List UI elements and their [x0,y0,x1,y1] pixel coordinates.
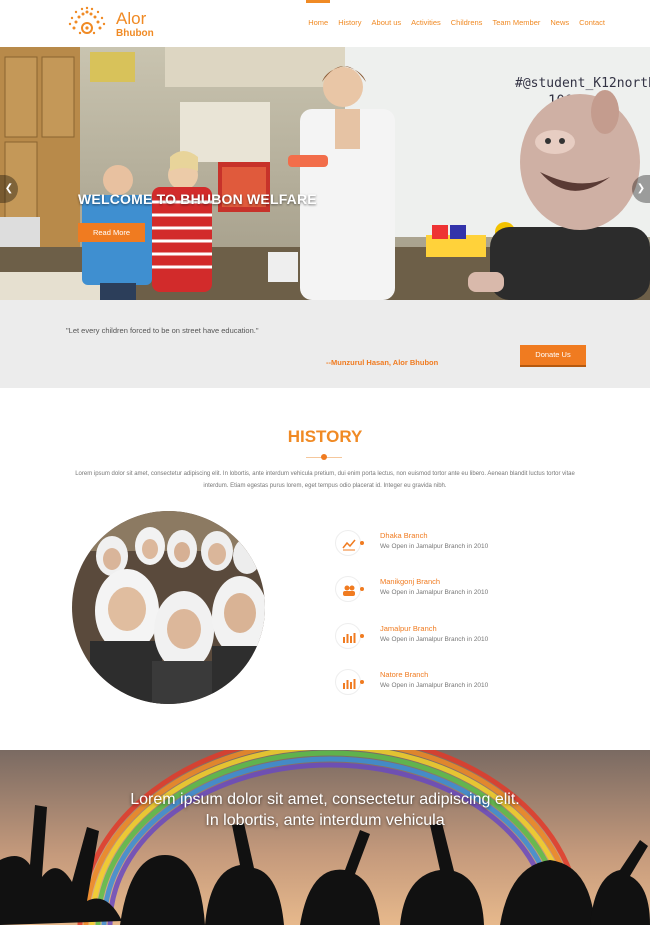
brand-name-top: Alor [116,9,147,28]
page: Alor Bhubon Home History About us Activi… [0,0,650,925]
nav-item-history[interactable]: History [333,0,366,47]
hero-slider: #@student_K12northstar 100 [0,47,650,300]
nav-item-home[interactable]: Home [303,0,333,47]
history-description: Lorem ipsum dolor sit amet, consectetur … [75,471,575,489]
branch-item: Dhaka Branch We Open in Jamalpur Branch … [335,528,555,558]
line-chart-icon [335,530,361,556]
banner-line-2: In lobortis, ante interdum vehicula [205,812,445,829]
nav-item-childrens[interactable]: Childrens [446,0,488,47]
board-handwriting: #@student_K12northstar [515,76,650,91]
timeline-dot [360,587,364,591]
banner-headline: Lorem ipsum dolor sit amet, consectetur … [0,789,650,831]
branch-name: Jamalpur Branch [380,624,437,633]
bar-chart-icon [335,623,361,649]
branch-item: Jamalpur Branch We Open in Jamalpur Bran… [335,621,555,651]
branch-name: Natore Branch [380,670,429,679]
title-divider-dot [321,454,327,460]
branch-description: We Open in Jamalpur Branch in 2010 [380,589,489,596]
nav-item-contact[interactable]: Contact [574,0,610,47]
rainbow-silhouette-photo [0,750,650,925]
timeline-dot [360,634,364,638]
people-icon [335,576,361,602]
brand-name-bottom: Bhubon [116,28,154,39]
branch-name: Manikgonj Branch [380,577,441,586]
nav-item-about-us[interactable]: About us [367,0,407,47]
branch-description: We Open in Jamalpur Branch in 2010 [380,636,489,643]
branch-description: We Open in Jamalpur Branch in 2010 [380,543,489,550]
nav-item-activities[interactable]: Activities [406,0,446,47]
main-nav: Home History About us Activities Childre… [303,0,610,47]
bar-chart-icon [335,669,361,695]
quote-text: "Let every children forced to be on stre… [66,326,259,335]
chevron-right-icon: ❯ [636,183,646,194]
timeline-dot [360,541,364,545]
branch-item: Manikgonj Branch We Open in Jamalpur Bra… [335,574,555,604]
history-title: HISTORY [287,427,363,446]
inspiration-banner: Lorem ipsum dolor sit amet, consectetur … [0,750,650,925]
banner-line-1: Lorem ipsum dolor sit amet, consectetur … [130,791,520,808]
children-photo [72,511,265,704]
site-header: Alor Bhubon Home History About us Activi… [0,0,650,47]
classroom-photo: #@student_K12northstar 100 [0,47,650,300]
quote-section: "Let every children forced to be on stre… [0,300,650,388]
read-more-button[interactable]: Read More [78,223,145,242]
nav-item-news[interactable]: News [545,0,574,47]
nav-item-team-member[interactable]: Team Member [487,0,545,47]
branch-description: We Open in Jamalpur Branch in 2010 [380,682,489,689]
timeline-dot [360,680,364,684]
hero-title: WELCOME TO BHUBON WELFARE [78,191,317,207]
branch-item: Natore Branch We Open in Jamalpur Branch… [335,667,555,697]
site-logo[interactable]: Alor Bhubon [64,6,164,40]
sun-logo-icon [68,6,106,35]
quote-author: --Munzurul Hasan, Alor Bhubon [326,358,439,367]
donate-button[interactable]: Donate Us [520,345,586,365]
branch-name: Dhaka Branch [380,531,428,540]
chevron-left-icon: ❮ [4,183,14,194]
